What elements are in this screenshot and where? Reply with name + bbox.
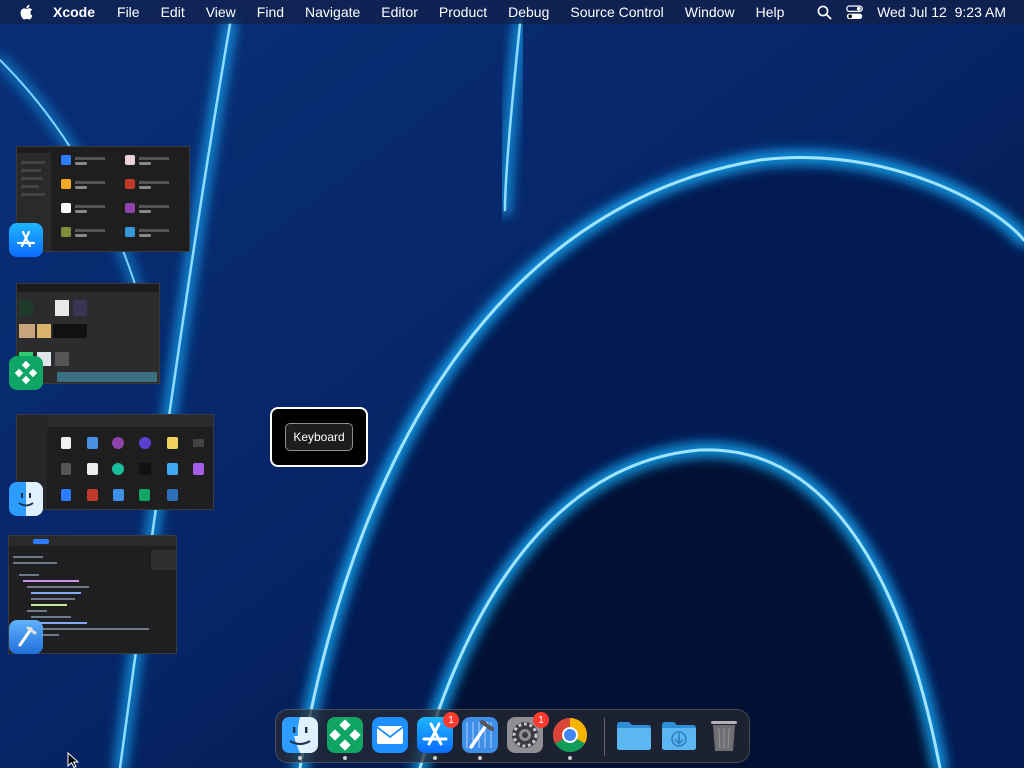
finder-icon: [282, 717, 318, 753]
control-center-icon[interactable]: [846, 4, 863, 20]
menu-source-control[interactable]: Source Control: [570, 4, 663, 20]
xcode-icon: [9, 620, 43, 654]
dock: 1 1: [275, 709, 750, 763]
dock-item-system-settings[interactable]: 1: [506, 712, 549, 754]
menu-file[interactable]: File: [117, 4, 140, 20]
downloads-folder-icon: [662, 722, 696, 750]
mail-icon: [372, 717, 408, 753]
running-indicator: [343, 756, 347, 760]
running-indicator: [433, 756, 437, 760]
spotlight-search-icon[interactable]: [817, 5, 832, 20]
dock-item-app-store[interactable]: 1: [416, 712, 459, 760]
keyboard-tooltip: Keyboard: [270, 407, 368, 467]
dock-item-mail[interactable]: [371, 716, 409, 754]
running-indicator: [568, 756, 572, 760]
dock-item-chrome[interactable]: [551, 716, 589, 760]
mosaic-icon: [9, 356, 43, 390]
menu-find[interactable]: Find: [257, 4, 284, 20]
menu-navigate[interactable]: Navigate: [305, 4, 360, 20]
finder-icon: [9, 482, 43, 516]
mouse-cursor-icon: [67, 752, 79, 768]
dock-item-mosaic[interactable]: [326, 716, 364, 760]
chrome-icon: [553, 718, 587, 752]
dock-separator: [604, 718, 605, 756]
window-thumbnail-finder[interactable]: [16, 414, 214, 510]
dock-item-trash[interactable]: [705, 716, 743, 754]
menu-debug[interactable]: Debug: [508, 4, 549, 20]
menu-help[interactable]: Help: [756, 4, 785, 20]
apple-menu-icon[interactable]: [19, 3, 35, 21]
system-settings-badge: 1: [533, 712, 549, 728]
running-indicator: [298, 756, 302, 760]
menu-clock[interactable]: Wed Jul 12 9:23 AM: [877, 4, 1006, 20]
dock-item-applications-folder[interactable]: [615, 716, 653, 754]
running-indicator: [478, 756, 482, 760]
menu-product[interactable]: Product: [439, 4, 487, 20]
dock-item-finder[interactable]: [281, 716, 319, 760]
mosaic-icon: [327, 717, 363, 753]
menu-view[interactable]: View: [206, 4, 236, 20]
dock-item-xcode[interactable]: [461, 716, 499, 760]
menu-app-name[interactable]: Xcode: [53, 4, 95, 20]
keyboard-tooltip-label: Keyboard: [285, 423, 353, 451]
folder-icon: [617, 722, 651, 750]
menu-edit[interactable]: Edit: [161, 4, 185, 20]
dock-item-downloads[interactable]: [660, 716, 698, 754]
app-store-icon: [9, 223, 43, 257]
finder-window-preview: [17, 415, 213, 509]
trash-icon: [711, 721, 737, 751]
app-store-badge: 1: [443, 712, 459, 728]
xcode-icon: [462, 717, 498, 753]
menu-editor[interactable]: Editor: [381, 4, 418, 20]
menu-bar: Xcode File Edit View Find Navigate Edito…: [0, 0, 1024, 24]
menu-window[interactable]: Window: [685, 4, 735, 20]
